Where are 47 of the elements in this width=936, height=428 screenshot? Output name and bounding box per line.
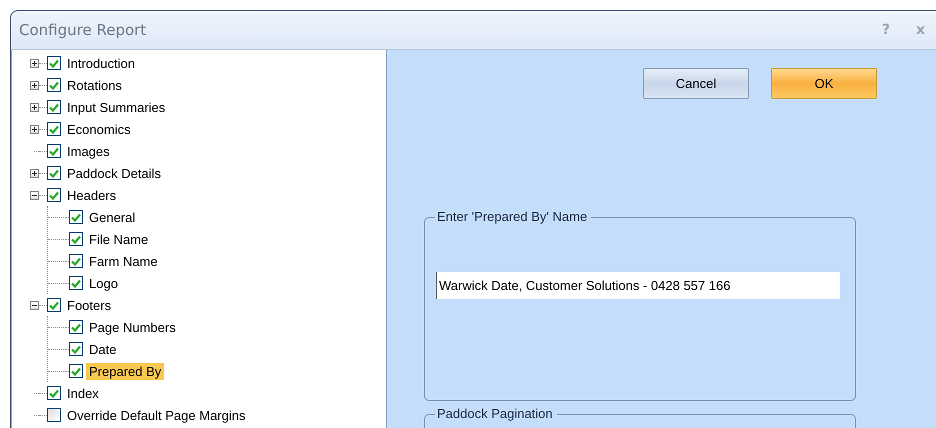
tree-item[interactable]: Prepared By bbox=[86, 362, 164, 380]
tree-item[interactable]: Logo bbox=[86, 274, 121, 292]
tree-item[interactable]: Date bbox=[86, 340, 120, 358]
tree-item[interactable]: Paddock Details bbox=[64, 164, 164, 182]
tree-item[interactable]: Headers bbox=[64, 186, 120, 204]
checkbox[interactable] bbox=[47, 408, 61, 422]
checkbox[interactable] bbox=[69, 276, 83, 290]
checkbox[interactable] bbox=[69, 320, 83, 334]
collapse-icon[interactable] bbox=[30, 190, 39, 200]
tree-item[interactable]: Footers bbox=[64, 296, 114, 314]
tree-item[interactable]: Rotations bbox=[64, 76, 125, 94]
checkbox[interactable] bbox=[69, 342, 83, 356]
checkbox[interactable] bbox=[47, 56, 61, 70]
tree-item[interactable]: File Name bbox=[86, 230, 152, 248]
collapse-icon[interactable] bbox=[30, 300, 39, 310]
group-legend: Paddock Pagination bbox=[435, 406, 557, 421]
expand-icon[interactable] bbox=[30, 80, 39, 90]
tree-item[interactable]: Introduction bbox=[64, 54, 138, 72]
checkbox[interactable] bbox=[47, 144, 61, 158]
expand-icon[interactable] bbox=[30, 102, 39, 112]
tree-item[interactable]: Index bbox=[64, 384, 102, 402]
checkbox[interactable] bbox=[69, 364, 83, 378]
input-field[interactable]: Warwick Date, Customer Solutions - 0428 557 166 bbox=[436, 272, 840, 299]
tree-item[interactable]: Input Summaries bbox=[64, 98, 168, 116]
checkbox[interactable] bbox=[69, 232, 83, 246]
tree-item[interactable]: Farm Name bbox=[86, 252, 161, 270]
tree-item[interactable]: Page Numbers bbox=[86, 318, 179, 336]
expand-icon[interactable] bbox=[30, 168, 39, 178]
checkbox[interactable] bbox=[69, 210, 83, 224]
cancel-button[interactable]: Cancel bbox=[643, 68, 749, 99]
checkbox[interactable] bbox=[47, 166, 61, 180]
expand-icon[interactable] bbox=[30, 58, 39, 68]
checkbox[interactable] bbox=[47, 100, 61, 114]
tree-item[interactable]: Override Default Page Margins bbox=[64, 406, 248, 424]
checkbox[interactable] bbox=[47, 78, 61, 92]
tree-item[interactable]: Economics bbox=[64, 120, 134, 138]
checkbox[interactable] bbox=[47, 122, 61, 136]
tree-item[interactable]: Images bbox=[64, 142, 113, 160]
window-title: Configure Report bbox=[19, 21, 148, 39]
expand-icon[interactable] bbox=[30, 124, 39, 134]
group-legend: Enter 'Prepared By' Name bbox=[435, 209, 592, 224]
checkbox[interactable] bbox=[69, 254, 83, 268]
checkbox[interactable] bbox=[47, 386, 61, 400]
tree-item[interactable]: General bbox=[86, 208, 138, 226]
checkbox[interactable] bbox=[47, 298, 61, 312]
ok-button[interactable]: OK bbox=[771, 68, 877, 99]
checkbox[interactable] bbox=[47, 188, 61, 202]
